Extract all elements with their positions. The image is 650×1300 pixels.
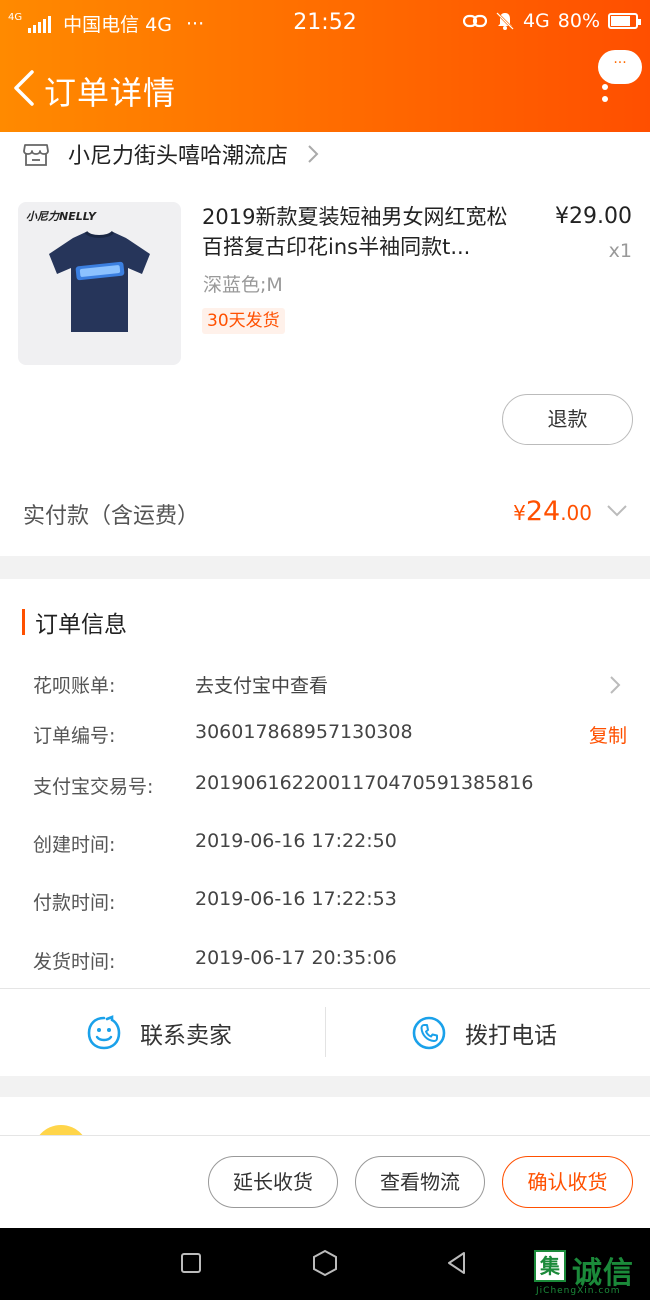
paid-amount: ¥24.00	[513, 496, 592, 527]
info-key: 花呗账单:	[33, 675, 116, 697]
product-price: ¥29.00	[555, 204, 632, 229]
info-key: 支付宝交易号:	[33, 776, 154, 798]
contact-seller-label: 联系卖家	[140, 1022, 232, 1049]
message-bubble-button[interactable]: ···	[598, 50, 642, 84]
shop-name: 小尼力街头嘻哈潮流店	[68, 144, 289, 169]
battery-percent: 80%	[557, 10, 600, 32]
info-key: 付款时间:	[33, 892, 116, 914]
info-value: 306017868957130308	[195, 721, 413, 743]
chevron-right-icon	[308, 145, 319, 163]
status-right: 4G 80%	[462, 10, 641, 32]
chevron-down-icon[interactable]	[606, 504, 628, 518]
heading-accent-bar	[22, 609, 25, 635]
refund-button[interactable]: 退款	[502, 394, 633, 445]
order-action-bar: 延长收货 查看物流 确认收货	[0, 1135, 650, 1228]
product-title[interactable]: 2019新款夏装短袖男女网红宽松百搭复古印花ins半袖同款t...	[202, 202, 522, 262]
back-arrow-icon[interactable]	[10, 68, 38, 108]
currency-symbol: ¥	[513, 501, 526, 525]
link-icon	[462, 14, 487, 28]
nav-bar: 订单详情	[0, 56, 650, 120]
product-quantity: x1	[608, 240, 632, 262]
call-phone-label: 拨打电话	[465, 1022, 557, 1049]
info-row-paid: 付款时间: 2019-06-16 17:22:53	[0, 888, 650, 918]
chat-face-icon	[87, 1014, 121, 1049]
status-bar: 4G 中国电信 4G ··· 21:52 4G 80%	[0, 0, 650, 46]
order-info-heading: 订单信息	[22, 605, 127, 639]
divider	[325, 1007, 326, 1057]
info-key: 创建时间:	[33, 834, 116, 856]
confirm-receipt-button[interactable]: 确认收货	[502, 1156, 633, 1208]
order-info-card: 订单信息 花呗账单: 去支付宝中查看 订单编号: 306017868957130…	[0, 579, 650, 1076]
info-value: 2019061622001170470591385816	[195, 772, 534, 794]
app-header: 4G 中国电信 4G ··· 21:52 4G 80% 订单详情 ···	[0, 0, 650, 132]
contact-seller-button[interactable]: 联系卖家	[86, 989, 232, 1076]
data-type: 4G	[522, 10, 550, 32]
page-title: 订单详情	[44, 74, 177, 112]
info-row-alipay-trade: 支付宝交易号: 2019061622001170470591385816	[0, 772, 650, 802]
info-key: 订单编号:	[33, 725, 116, 747]
amount-decimal: .00	[560, 501, 592, 525]
info-value: 2019-06-16 17:22:50	[195, 830, 397, 852]
watermark-subtext: JiChengXin.com	[536, 1286, 621, 1296]
battery-icon	[608, 13, 641, 29]
info-key: 发货时间:	[33, 951, 116, 973]
phone-icon	[412, 1016, 446, 1049]
watermark-logo: 集 诚信 JiChengXin.com	[530, 1246, 650, 1300]
info-value: 2019-06-16 17:22:53	[195, 888, 397, 910]
view-logistics-button[interactable]: 查看物流	[355, 1156, 485, 1208]
info-row-order-number: 订单编号: 306017868957130308 复制	[0, 721, 650, 751]
partial-card	[0, 1097, 650, 1137]
paid-amount-label: 实付款（含运费）	[23, 504, 200, 529]
shop-icon	[23, 144, 49, 166]
recents-icon[interactable]	[178, 1250, 204, 1276]
amount-integer: 24	[525, 496, 561, 527]
product-sku: 深蓝色;M	[203, 274, 283, 296]
extend-receipt-button[interactable]: 延长收货	[208, 1156, 338, 1208]
contact-row: 联系卖家 拨打电话	[0, 989, 650, 1076]
mute-bell-icon	[496, 12, 514, 30]
call-phone-button[interactable]: 拨打电话	[411, 989, 557, 1076]
watermark-box: 集	[534, 1250, 566, 1282]
order-info-title: 订单信息	[35, 612, 127, 638]
tshirt-image	[49, 230, 150, 332]
more-menu-icon[interactable]	[602, 84, 610, 106]
info-row-huabei[interactable]: 花呗账单: 去支付宝中查看	[0, 671, 650, 701]
product-image[interactable]: 小尼力NELLY	[18, 202, 181, 365]
info-value: 2019-06-17 20:35:06	[195, 947, 397, 969]
info-row-created: 创建时间: 2019-06-16 17:22:50	[0, 830, 650, 860]
info-row-shipped: 发货时间: 2019-06-17 20:35:06	[0, 947, 650, 977]
shop-row[interactable]: 小尼力街头嘻哈潮流店	[22, 136, 320, 172]
chevron-right-icon	[610, 676, 621, 694]
home-icon[interactable]	[311, 1248, 339, 1278]
shipping-badge: 30天发货	[202, 308, 285, 334]
order-product-card: 小尼力街头嘻哈潮流店 小尼力NELLY 2019新款夏装短袖男女网红宽松百搭复古…	[0, 132, 650, 556]
back-icon[interactable]	[444, 1250, 470, 1276]
copy-button[interactable]: 复制	[589, 721, 627, 748]
info-value: 去支付宝中查看	[195, 675, 329, 697]
